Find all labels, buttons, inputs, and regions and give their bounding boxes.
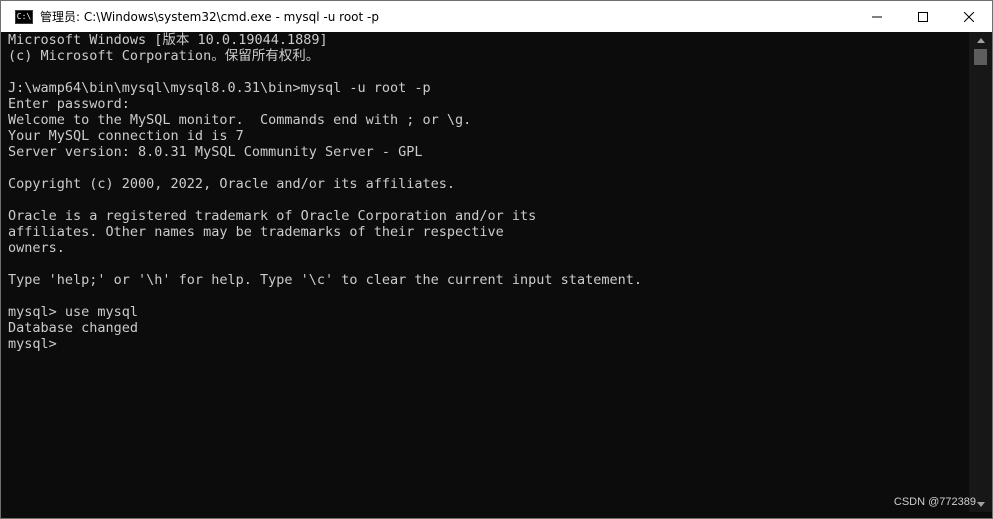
minimize-button[interactable] — [854, 1, 900, 32]
arrow-up-icon — [976, 37, 985, 43]
maximize-icon — [918, 11, 928, 22]
close-icon — [964, 11, 974, 22]
watermark: CSDN @772389 — [893, 496, 976, 508]
arrow-down-icon — [976, 501, 985, 507]
scroll-up-button[interactable] — [969, 32, 992, 48]
minimize-icon — [872, 16, 882, 17]
cmd-window: C:\ 管理员: C:\Windows\system32\cmd.exe - m… — [0, 0, 993, 519]
title-bar[interactable]: C:\ 管理员: C:\Windows\system32\cmd.exe - m… — [1, 1, 992, 32]
window-controls — [854, 1, 992, 32]
scroll-thumb[interactable] — [974, 49, 987, 65]
console-output[interactable]: Microsoft Windows [版本 10.0.19044.1889] (… — [1, 32, 969, 512]
window-title: 管理员: C:\Windows\system32\cmd.exe - mysql… — [40, 10, 379, 24]
console-text: Microsoft Windows [版本 10.0.19044.1889] (… — [8, 32, 642, 352]
close-button[interactable] — [946, 1, 992, 32]
maximize-button[interactable] — [900, 1, 946, 32]
vertical-scrollbar[interactable] — [969, 32, 992, 512]
cmd-icon: C:\ — [15, 9, 33, 24]
